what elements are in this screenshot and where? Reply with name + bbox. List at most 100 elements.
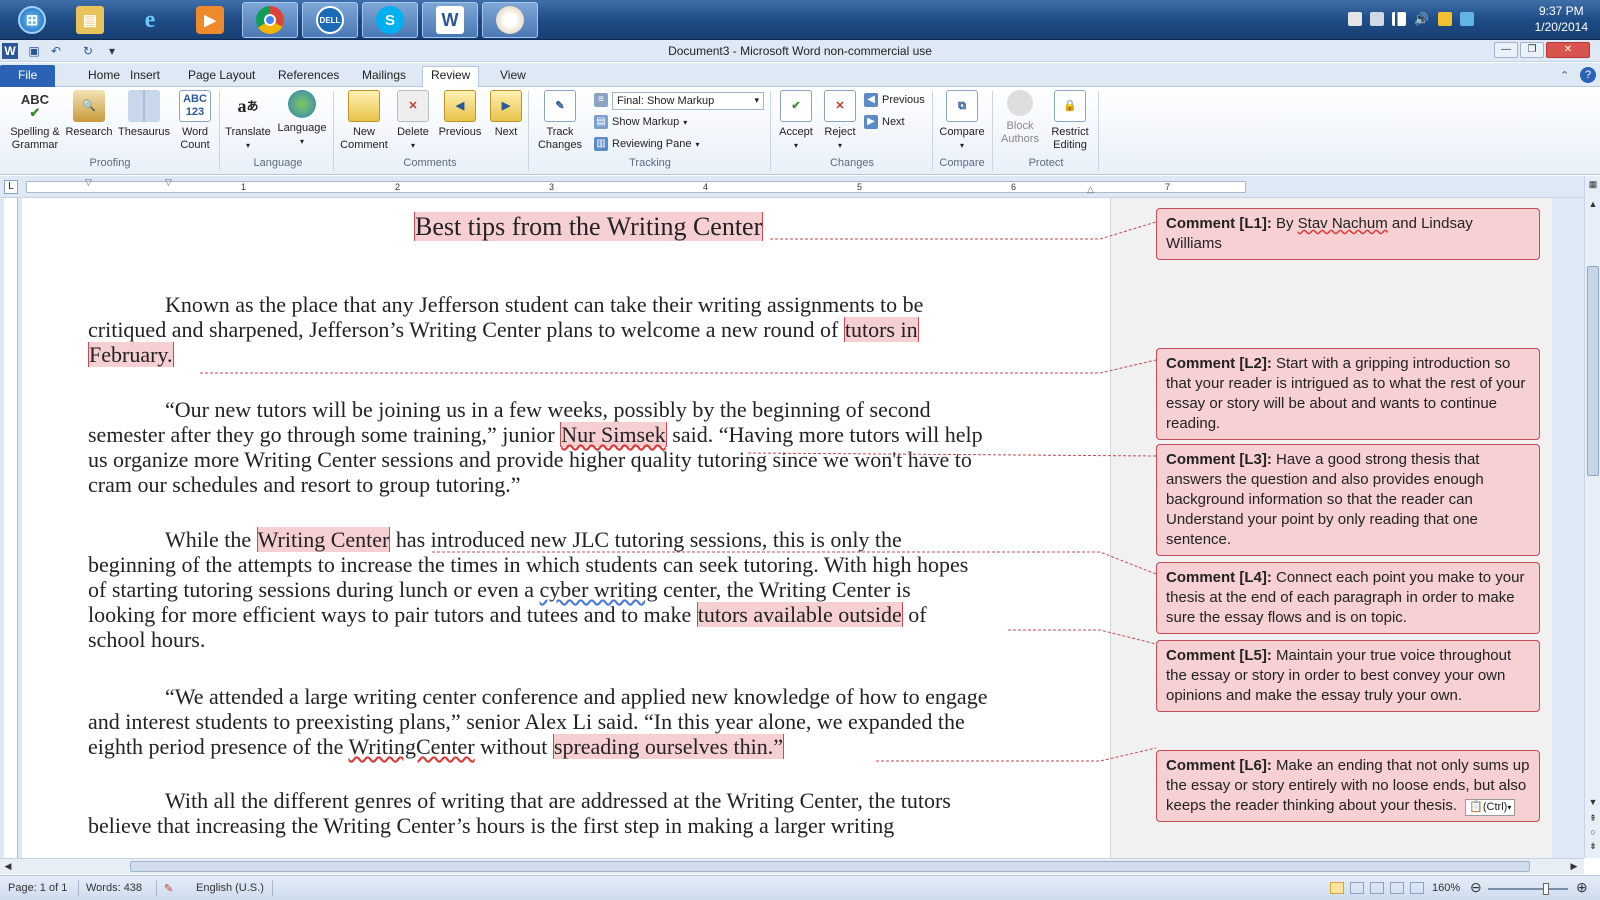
comment-anchor-l4[interactable]: Writing Center [256,527,391,552]
select-browse-object-icon[interactable]: ○ [1587,826,1599,838]
scroll-right-icon[interactable]: ▶ [1568,860,1580,872]
markup-display-control[interactable]: ≡ [594,93,608,107]
accept-button[interactable]: ✔ Accept ▾ [774,90,818,152]
restrict-editing-button[interactable]: 🔒 Restrict Editing [1046,90,1094,152]
comment-balloon-l6[interactable]: Comment [L6]: Make an ending that not on… [1156,750,1540,822]
zoom-slider[interactable] [1488,883,1568,895]
comment-balloon-l5[interactable]: Comment [L5]: Maintain your true voice t… [1156,640,1540,712]
tab-home[interactable]: Home [80,67,128,87]
reviewing-pane-button[interactable]: ▥ Reviewing Pane ▾ [594,137,700,151]
document-page[interactable]: Best tips from the Writing Center Known … [22,198,1110,858]
proofing-errors-icon[interactable]: ✎ [164,882,173,895]
left-indent-marker[interactable]: ▽ [85,177,92,188]
draft-view-icon[interactable] [1410,882,1424,894]
comment-anchor-l2[interactable]: tutors in [843,317,919,342]
compare-button[interactable]: ⧉ Compare ▾ [936,90,988,152]
view-ruler-icon[interactable]: ▦ [1587,178,1599,190]
word-count[interactable]: Words: 438 [86,882,142,894]
zoom-level[interactable]: 160% [1432,882,1460,894]
next-page-icon[interactable]: ⇟ [1587,840,1599,852]
scroll-left-icon[interactable]: ◀ [2,860,14,872]
accept-change-icon: ✔ [780,90,812,122]
taskbar-paint[interactable]: ✎ [482,2,538,38]
grammar-flagged-text[interactable]: cyber writing [540,577,658,602]
spelling-grammar-button[interactable]: ABC ✔ Spelling & Grammar [6,90,64,152]
new-comment-button[interactable]: New Comment [338,90,390,152]
zoom-out-icon[interactable]: ⊖ [1470,879,1482,896]
outline-view-icon[interactable] [1390,882,1404,894]
taskbar-dell[interactable]: DELL [302,2,358,38]
page-count[interactable]: Page: 1 of 1 [8,882,67,894]
display-for-review-select[interactable]: Final: Show Markup ▾ [612,92,764,110]
word-count-button[interactable]: ABC 123 Word Count [174,90,216,152]
taskbar-explorer[interactable]: ▤ [62,2,118,38]
thesaurus-button[interactable]: Thesaurus [116,90,172,139]
first-line-indent-marker[interactable]: ▽ [165,177,172,188]
taskbar-chrome[interactable] [242,2,298,38]
taskbar-internet-explorer[interactable]: e [122,2,178,38]
taskbar-media-player[interactable]: ▶ [182,2,238,38]
comment-balloon-l1[interactable]: Comment [L1]: By Stav Nachum and Lindsay… [1156,208,1540,260]
start-button[interactable]: ⊞ [4,2,60,38]
taskbar-skype[interactable]: S [362,2,418,38]
restore-button[interactable]: ❐ [1520,42,1544,58]
paste-options-button[interactable]: 📋(Ctrl)▾ [1465,799,1516,816]
reject-button[interactable]: ✕ Reject ▾ [818,90,862,152]
taskbar-word[interactable]: W [422,2,478,38]
previous-comment-button[interactable]: ◀ Previous [436,90,484,139]
research-button[interactable]: 🔍 Research [64,90,114,139]
help-icon[interactable]: ? [1580,67,1596,83]
horizontal-scrollbar[interactable]: ◀ ▶ [0,858,1584,874]
comment-balloon-l3[interactable]: Comment [L3]: Have a good strong thesis … [1156,444,1540,556]
track-changes-button[interactable]: ✎ Track Changes [532,90,588,152]
comment-anchor-l6[interactable]: spreading ourselves thin.” [552,734,784,759]
tray-volume-icon[interactable]: 🔊 [1414,12,1429,26]
tab-references[interactable]: References [270,67,347,87]
minimize-ribbon-icon[interactable]: ⌃ [1560,69,1569,82]
tray-network-icon[interactable] [1392,12,1406,26]
ruler-bar[interactable]: 1 2 3 4 5 6 7 ▽ ▽ △ [26,177,1246,195]
next-comment-button[interactable]: ▶ Next [486,90,526,139]
scroll-thumb[interactable] [1587,266,1599,476]
tab-insert[interactable]: Insert [122,67,168,87]
tray-flag-icon[interactable] [1348,12,1362,26]
minimize-button[interactable]: — [1494,42,1518,58]
zoom-in-icon[interactable]: ⊕ [1576,879,1588,896]
print-layout-view-icon[interactable] [1330,882,1344,894]
close-button[interactable]: ✕ [1546,42,1590,58]
spelling-flagged-text[interactable]: WritingCenter [348,734,474,759]
zoom-slider-knob[interactable] [1542,883,1549,895]
delete-comment-button[interactable]: ✕ Delete ▾ [390,90,436,152]
vertical-scrollbar[interactable]: ▦ ▲ ▼ ⇞ ○ ⇟ [1584,176,1600,858]
tray-bluetooth-icon[interactable] [1460,12,1474,26]
tab-review[interactable]: Review [422,66,480,87]
scroll-up-icon[interactable]: ▲ [1587,198,1599,210]
language-indicator[interactable]: English (U.S.) [196,882,264,894]
next-change-button[interactable]: ▶ Next [864,115,905,129]
tab-view[interactable]: View [492,67,534,87]
tray-app-icon[interactable] [1438,12,1452,26]
comment-anchor-l5[interactable]: tutors available outside [696,602,903,627]
block-authors-button[interactable]: Block Authors [996,90,1044,146]
comment-anchor-l3[interactable]: Nur Simsek [560,422,667,447]
comment-balloon-l2[interactable]: Comment [L2]: Start with a gripping intr… [1156,348,1540,440]
previous-change-button[interactable]: ◀ Previous [864,93,925,107]
full-screen-reading-icon[interactable] [1350,882,1364,894]
vertical-ruler[interactable] [4,198,18,858]
system-clock[interactable]: 9:37 PM 1/20/2014 [1535,3,1588,35]
show-markup-button[interactable]: ▤ Show Markup ▾ [594,115,687,129]
scroll-thumb[interactable] [130,861,1530,872]
comment-anchor-l2[interactable]: February. [88,342,174,367]
language-button[interactable]: Language ▾ [274,90,330,148]
comment-balloon-l4[interactable]: Comment [L4]: Connect each point you mak… [1156,562,1540,634]
scroll-down-icon[interactable]: ▼ [1587,796,1599,808]
tab-selector-icon[interactable]: L [4,180,18,194]
tab-page-layout[interactable]: Page Layout [180,67,263,87]
right-indent-marker[interactable]: △ [1087,184,1094,195]
translate-button[interactable]: aあ Translate ▾ [222,90,274,152]
web-layout-icon[interactable] [1370,882,1384,894]
tab-mailings[interactable]: Mailings [354,67,414,87]
tray-device-icon[interactable] [1370,12,1384,26]
previous-page-icon[interactable]: ⇞ [1587,812,1599,824]
tab-file[interactable]: File [0,65,56,87]
